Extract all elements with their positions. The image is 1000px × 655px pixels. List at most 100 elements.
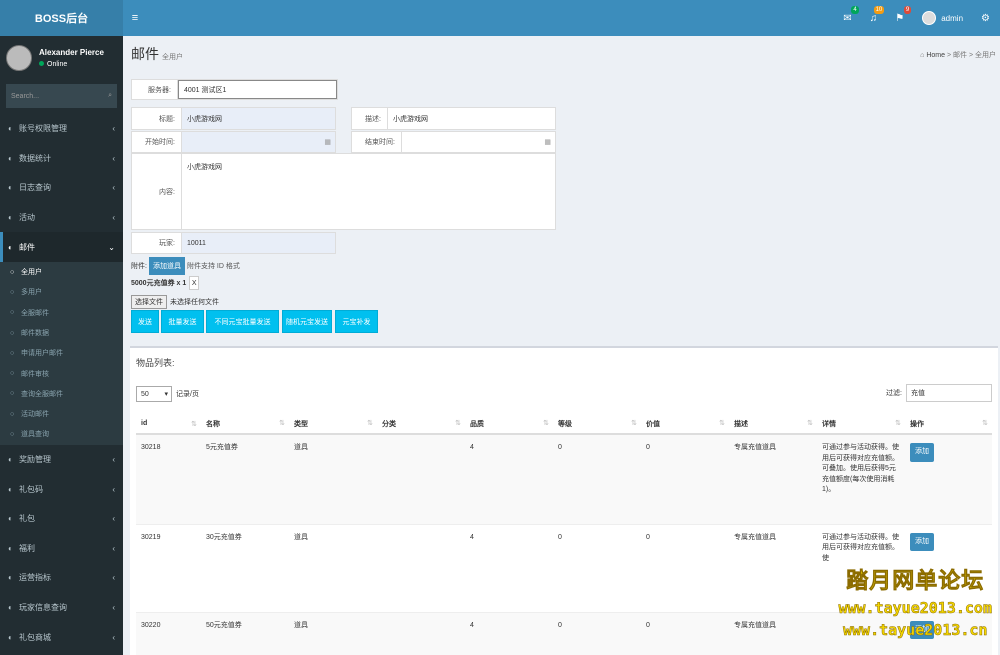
cell-name-text: 30元充值券 (206, 533, 242, 541)
column-header[interactable]: 详情 ⇅ (817, 414, 905, 435)
sidebar-toggle-icon[interactable]: ≡ (123, 12, 147, 24)
submenu-item-6[interactable]: ○ 查询全服邮件 (0, 384, 123, 404)
batch-send-different-gold-button[interactable]: 不同元宝批量发送 (206, 310, 279, 333)
file-input[interactable]: 选择文件 未选择任何文件 (131, 295, 219, 309)
chevron-left-icon: ‹ (112, 213, 115, 223)
gold-resend-button[interactable]: 元宝补发 (335, 310, 378, 333)
breadcrumb-home[interactable]: Home (926, 52, 945, 59)
cell-desc-text: 专属充值道具 (734, 621, 776, 629)
cell-op: 添加 (905, 433, 992, 524)
submenu-item-4[interactable]: ○ 申请用户邮件 (0, 343, 123, 363)
calendar-icon[interactable]: ▦ (544, 138, 551, 146)
column-header[interactable]: 分类 ⇅ (377, 414, 465, 435)
random-gold-send-button[interactable]: 随机元宝发送 (282, 310, 332, 333)
submenu-item-3[interactable]: ○ 邮件数据 (0, 323, 123, 343)
flag-icon[interactable]: ⚑ 9 (895, 5, 912, 24)
menu-circle-icon: ◐ (8, 602, 13, 612)
calendar-icon[interactable]: ▦ (324, 138, 331, 146)
player-input[interactable]: 10011 (182, 233, 335, 253)
sidebar-item-items_bottom-0[interactable]: ◐ 奖励管理 ‹ (0, 445, 123, 475)
sidebar-item-items_top-2[interactable]: ◐ 日志查询 ‹ (0, 173, 123, 203)
filter-input[interactable]: 充值 (906, 384, 992, 402)
column-header[interactable]: 操作 ⇅ (905, 414, 992, 435)
cell-type: 道具 (289, 523, 377, 612)
cell-id: 30218 (136, 433, 201, 524)
table-filter: 过滤: 充值 (886, 384, 992, 402)
cell-quality: 4 (465, 433, 553, 524)
column-header-label: id (141, 420, 148, 427)
title-input[interactable]: 小虎游戏网 (182, 108, 335, 129)
submenu-item-7[interactable]: ○ 活动邮件 (0, 404, 123, 424)
end-time-input[interactable]: ▦ (402, 132, 555, 152)
sidebar-item-label: 邮件 (19, 242, 35, 252)
column-header[interactable]: 品质 ⇅ (465, 414, 553, 435)
sidebar-item-label: 数据统计 (19, 153, 51, 163)
sidebar-item-items_top-0[interactable]: ◐ 账号权限管理 ‹ (0, 114, 123, 144)
sidebar-item-items_top-4[interactable]: ◐ 邮件 ⌄ (0, 232, 123, 262)
sidebar-item-items_bottom-3[interactable]: ◐ 福利 ‹ (0, 533, 123, 563)
desc-input[interactable]: 小虎游戏网 (388, 108, 555, 129)
sort-icon[interactable]: ⇅ (982, 419, 988, 427)
sidebar-search-input[interactable]: Search... (11, 93, 108, 100)
choose-file-button[interactable]: 选择文件 (131, 295, 167, 309)
bell-icon[interactable]: ♫ 10 (870, 5, 885, 24)
cell-name: 50元充值券 (201, 611, 289, 655)
player-label: 玩家: (132, 233, 182, 253)
submenu-item-2[interactable]: ○ 全服邮件 (0, 303, 123, 323)
column-header[interactable]: 描述 ⇅ (729, 414, 817, 435)
sidebar-item-items_bottom-1[interactable]: ◐ 礼包码 ‹ (0, 474, 123, 504)
breadcrumb-mail[interactable]: 邮件 (953, 52, 967, 59)
sort-icon[interactable]: ⇅ (719, 419, 725, 427)
content-textarea[interactable]: 小虎游戏网 (182, 154, 555, 229)
server-select[interactable]: 4001 测试区1 (178, 80, 337, 99)
sidebar-item-items_bottom-5[interactable]: ◐ 玩家信息查询 ‹ (0, 593, 123, 623)
sidebar-search[interactable]: Search... ⌕ (6, 84, 117, 108)
breadcrumb-current: 全用户 (975, 52, 996, 59)
submenu-item-label: 全服邮件 (21, 309, 49, 317)
sidebar-item-items_top-3[interactable]: ◐ 活动 ‹ (0, 203, 123, 233)
submenu-item-5[interactable]: ○ 邮件审核 (0, 363, 123, 383)
start-time-input[interactable]: ▦ (182, 132, 335, 152)
sort-icon[interactable]: ⇅ (807, 419, 813, 427)
add-row-button[interactable]: 添加 (910, 532, 934, 551)
batch-send-button[interactable]: 批量发送 (161, 310, 204, 333)
page-title-text: 邮件 (131, 46, 159, 62)
search-icon[interactable]: ⌕ (108, 92, 112, 100)
column-header[interactable]: 名称 ⇅ (201, 414, 289, 435)
menu-circle-icon: ◐ (8, 573, 13, 583)
add-row-button[interactable]: 添加 (910, 443, 934, 462)
sidebar-item-items_bottom-4[interactable]: ◐ 运营指标 ‹ (0, 563, 123, 593)
sort-icon[interactable]: ⇅ (543, 419, 549, 427)
submenu-item-1[interactable]: ○ 多用户 (0, 282, 123, 302)
send-button[interactable]: 发送 (131, 310, 159, 333)
page-length-select[interactable]: 50 ▾ (136, 386, 172, 402)
sort-icon[interactable]: ⇅ (895, 419, 901, 427)
sidebar-item-items_bottom-2[interactable]: ◐ 礼包 ‹ (0, 504, 123, 534)
sidebar-item-label: 奖励管理 (19, 454, 51, 464)
column-header[interactable]: 类型 ⇅ (289, 414, 377, 435)
submenu-item-8[interactable]: ○ 道具查询 (0, 424, 123, 444)
cell-value: 0 (641, 433, 729, 524)
sort-icon[interactable]: ⇅ (279, 419, 285, 427)
sort-icon[interactable]: ⇅ (631, 419, 637, 427)
filter-label: 过滤: (886, 390, 902, 397)
cell-id-text: 30220 (141, 621, 161, 629)
sidebar-item-items_top-1[interactable]: ◐ 数据统计 ‹ (0, 144, 123, 174)
mail-icon[interactable]: ✉ 4 (843, 5, 859, 24)
sort-icon[interactable]: ⇅ (367, 419, 373, 427)
menu-circle-icon: ◐ (8, 242, 13, 252)
sort-icon[interactable]: ⇅ (191, 420, 197, 428)
start-time-label: 开始时间: (132, 132, 182, 152)
sort-icon[interactable]: ⇅ (455, 419, 461, 427)
column-header[interactable]: 等级 ⇅ (553, 414, 641, 435)
column-header[interactable]: 价值 ⇅ (641, 414, 729, 435)
submenu-item-0[interactable]: ○ 全用户 (0, 262, 123, 282)
app-logo[interactable]: BOSS后台 (0, 0, 123, 36)
column-header[interactable]: id ⇅ (136, 414, 201, 435)
settings-gear-icon[interactable]: ⚙ (981, 13, 990, 24)
cell-id-text: 30219 (141, 533, 161, 541)
user-menu[interactable]: admin (922, 11, 963, 25)
add-item-button[interactable]: 添加道具 (148, 257, 185, 275)
remove-item-button[interactable]: X (189, 276, 200, 290)
sidebar-item-items_bottom-6[interactable]: ◐ 礼包商城 ‹ (0, 622, 123, 652)
